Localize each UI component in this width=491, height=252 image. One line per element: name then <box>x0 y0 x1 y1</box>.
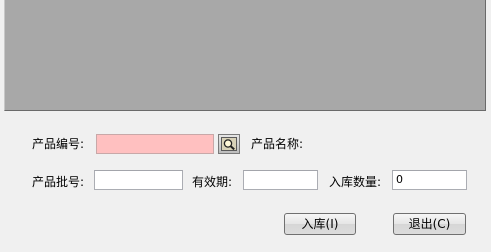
magnifier-icon <box>221 137 237 151</box>
product-code-field[interactable] <box>96 134 214 154</box>
exit-button[interactable]: 退出(C) <box>393 213 466 235</box>
product-name-label: 产品名称: <box>251 137 304 151</box>
expiry-field[interactable] <box>243 170 318 190</box>
expiry-label: 有效期: <box>192 175 233 189</box>
stock-in-button[interactable]: 入库(I) <box>284 213 356 235</box>
lookup-button[interactable] <box>218 134 240 154</box>
batch-no-label: 产品批号: <box>32 175 85 189</box>
product-code-label: 产品编号: <box>32 137 85 151</box>
batch-no-field[interactable] <box>94 170 183 190</box>
quantity-label: 入库数量: <box>329 175 382 189</box>
preview-area <box>4 0 486 111</box>
quantity-field[interactable]: 0 <box>392 170 467 190</box>
